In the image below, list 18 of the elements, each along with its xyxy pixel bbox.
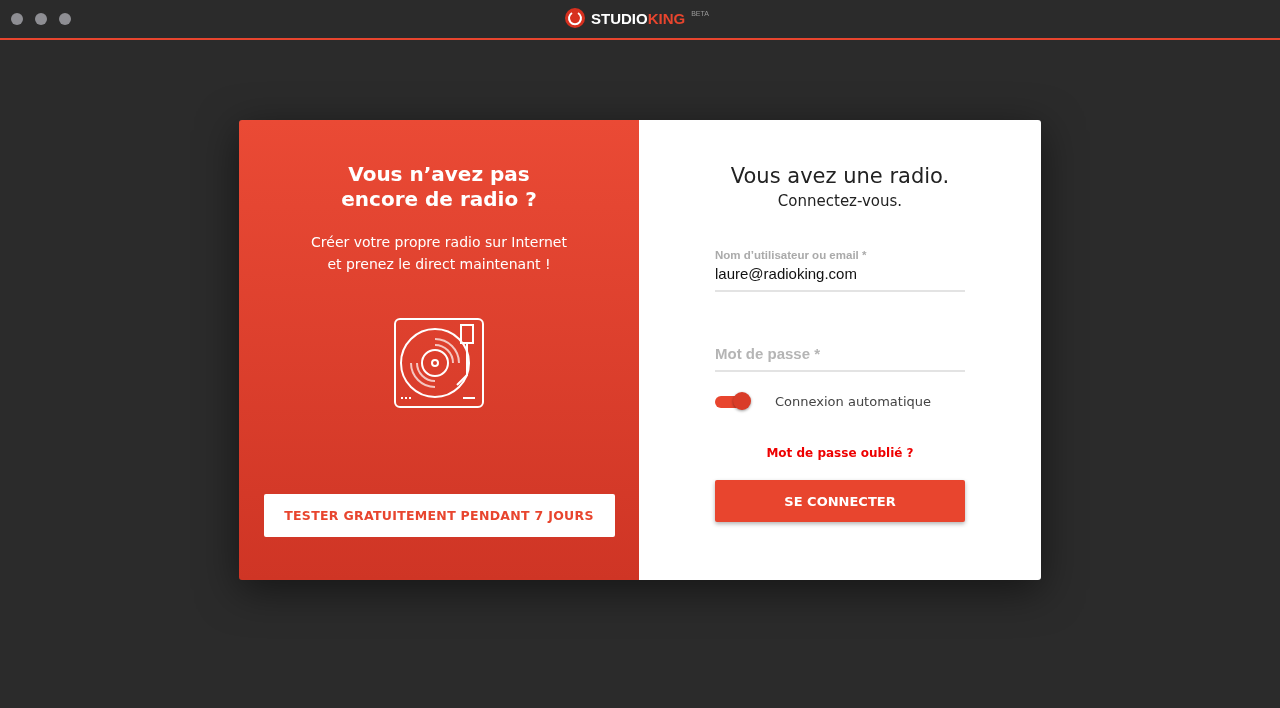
- password-field[interactable]: Mot de passe *: [715, 341, 965, 372]
- window-control-icon[interactable]: [11, 13, 23, 25]
- free-trial-button[interactable]: TESTER GRATUITEMENT PENDANT 7 JOURS: [263, 494, 615, 537]
- username-field[interactable]: laure@radioking.com: [715, 261, 965, 292]
- login-subtitle: Connectez-vous.: [777, 192, 903, 210]
- window-control-icon[interactable]: [59, 13, 71, 25]
- login-button[interactable]: SE CONNECTER: [715, 480, 965, 522]
- promo-title: Vous n’avez pas encore de radio ?: [341, 162, 537, 212]
- forgot-password-link[interactable]: Mot de passe oublié ?: [766, 446, 914, 460]
- logo-icon: [565, 8, 585, 28]
- promo-text: Créer votre propre radio sur Internet et prenez le direct maintenant !: [311, 233, 567, 274]
- window-control-icon[interactable]: [35, 13, 47, 25]
- auto-login-label: Connexion automatique: [775, 393, 931, 409]
- toggle-switch[interactable]: [715, 392, 751, 410]
- field-label: Nom d’utilisateur ou email *: [715, 249, 868, 261]
- logo-text: STUDIOKING: [591, 9, 686, 27]
- login-title: Vous avez une radio.: [730, 163, 950, 190]
- turntable-icon: [393, 317, 485, 409]
